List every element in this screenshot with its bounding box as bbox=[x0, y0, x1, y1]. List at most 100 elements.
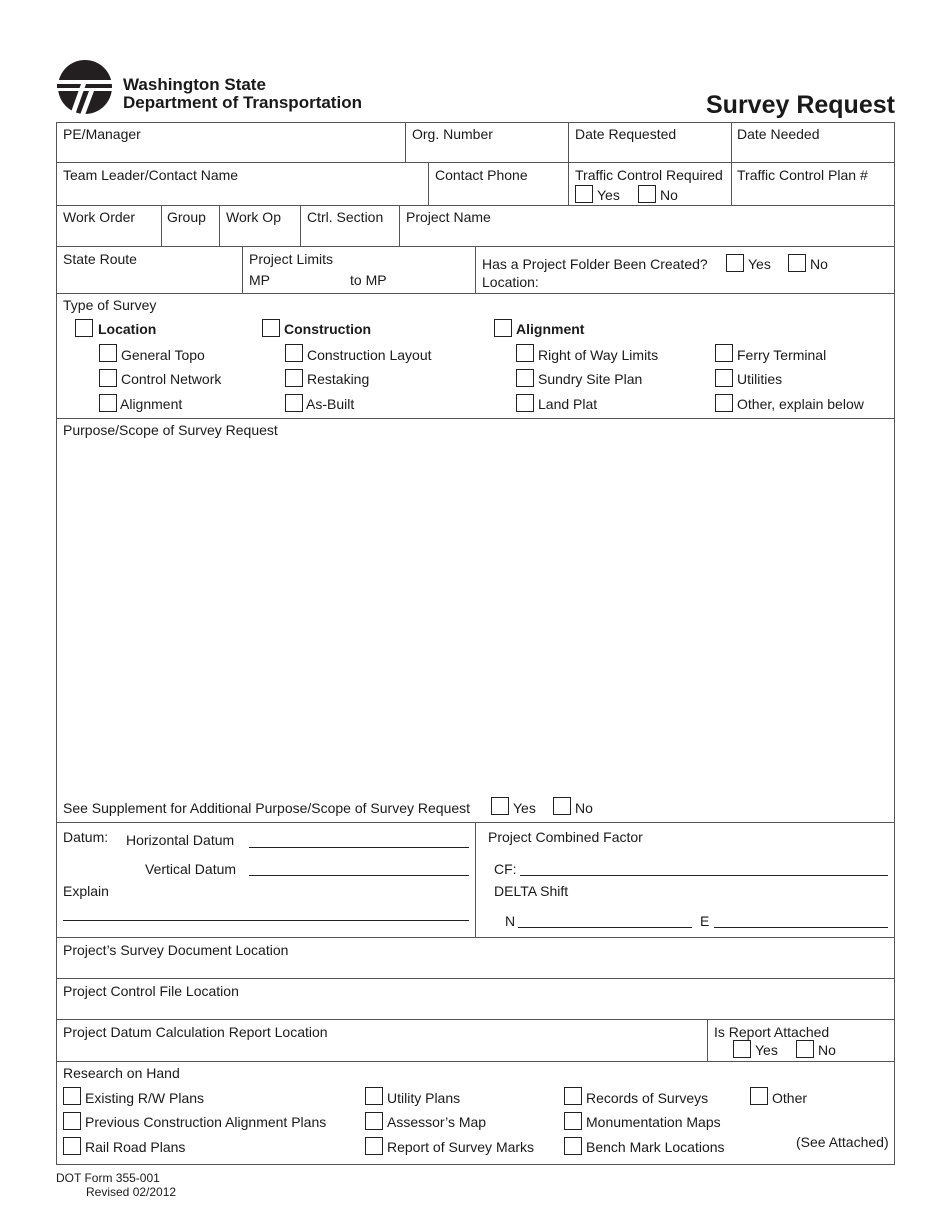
supplement-label: See Supplement for Additional Purpose/Sc… bbox=[63, 800, 471, 816]
explain-input[interactable] bbox=[63, 902, 469, 920]
survey-document-location-input[interactable] bbox=[60, 958, 891, 976]
control-network-checkbox[interactable] bbox=[99, 369, 117, 387]
right-of-way-limits-checkbox[interactable] bbox=[516, 344, 534, 362]
type-of-survey-heading: Type of Survey bbox=[63, 297, 157, 313]
other-research-checkbox[interactable] bbox=[750, 1087, 768, 1105]
pe-manager-input[interactable] bbox=[60, 143, 400, 161]
report-of-survey-marks-label: Report of Survey Marks bbox=[387, 1139, 535, 1155]
records-of-surveys-label: Records of Surveys bbox=[586, 1090, 709, 1106]
supplement-no-checkbox[interactable] bbox=[553, 797, 571, 815]
traffic-control-required-label: Traffic Control Required bbox=[575, 167, 723, 183]
delta-e-input[interactable] bbox=[714, 909, 888, 927]
assessors-map-checkbox[interactable] bbox=[365, 1112, 383, 1130]
project-name-input[interactable] bbox=[403, 226, 891, 244]
report-of-survey-marks-checkbox[interactable] bbox=[365, 1137, 383, 1155]
form-title: Survey Request bbox=[706, 91, 895, 119]
explain-label: Explain bbox=[63, 883, 109, 899]
traffic-control-yes-label: Yes bbox=[597, 187, 620, 203]
delta-n-input[interactable] bbox=[518, 909, 692, 927]
utilities-label: Utilities bbox=[737, 371, 783, 387]
construction-layout-checkbox[interactable] bbox=[285, 344, 303, 362]
team-leader-label: Team Leader/Contact Name bbox=[63, 167, 239, 183]
revised-date: Revised 02/2012 bbox=[86, 1185, 177, 1199]
report-attached-label: Is Report Attached bbox=[714, 1024, 830, 1040]
other-research-label: Other bbox=[772, 1090, 808, 1106]
construction-checkbox[interactable] bbox=[262, 319, 280, 337]
records-of-surveys-checkbox[interactable] bbox=[564, 1087, 582, 1105]
mp-from-input[interactable] bbox=[272, 270, 346, 290]
as-built-label: As-Built bbox=[306, 396, 355, 412]
control-network-label: Control Network bbox=[121, 371, 222, 387]
work-op-label: Work Op bbox=[226, 209, 281, 225]
cf-input[interactable] bbox=[520, 858, 888, 876]
traffic-control-yes-checkbox[interactable] bbox=[575, 185, 593, 203]
datum-calc-report-location-label: Project Datum Calculation Report Locatio… bbox=[63, 1024, 328, 1040]
rail-road-plans-checkbox[interactable] bbox=[63, 1137, 81, 1155]
work-op-input[interactable] bbox=[223, 226, 297, 244]
purpose-scope-textarea[interactable] bbox=[60, 442, 891, 787]
restaking-checkbox[interactable] bbox=[285, 369, 303, 387]
ferry-terminal-checkbox[interactable] bbox=[715, 344, 733, 362]
project-folder-no-checkbox[interactable] bbox=[788, 254, 806, 272]
general-topo-checkbox[interactable] bbox=[99, 344, 117, 362]
vertical-datum-input[interactable] bbox=[249, 857, 469, 875]
report-attached-no-checkbox[interactable] bbox=[796, 1040, 814, 1058]
group-input[interactable] bbox=[164, 226, 216, 244]
bench-mark-locations-checkbox[interactable] bbox=[564, 1137, 582, 1155]
project-combined-factor-label: Project Combined Factor bbox=[488, 829, 643, 845]
contact-phone-input[interactable] bbox=[432, 184, 564, 202]
date-needed-label: Date Needed bbox=[737, 126, 820, 142]
utilities-checkbox[interactable] bbox=[715, 369, 733, 387]
previous-construction-alignment-plans-checkbox[interactable] bbox=[63, 1112, 81, 1130]
traffic-control-plan-input[interactable] bbox=[735, 184, 890, 202]
n-label: N bbox=[505, 913, 516, 929]
mp-to-input[interactable] bbox=[390, 270, 472, 290]
ctrl-section-label: Ctrl. Section bbox=[307, 209, 384, 225]
work-order-input[interactable] bbox=[60, 226, 157, 244]
project-folder-location-label: Location: bbox=[482, 274, 539, 290]
sundry-site-plan-checkbox[interactable] bbox=[516, 369, 534, 387]
datum-label: Datum: bbox=[63, 829, 109, 845]
control-file-location-input[interactable] bbox=[60, 999, 891, 1017]
other-explain-checkbox[interactable] bbox=[715, 394, 733, 412]
utility-plans-checkbox[interactable] bbox=[365, 1087, 383, 1105]
supplement-yes-checkbox[interactable] bbox=[491, 797, 509, 815]
report-attached-yes-checkbox[interactable] bbox=[733, 1040, 751, 1058]
pe-manager-label: PE/Manager bbox=[63, 126, 141, 142]
existing-rw-plans-checkbox[interactable] bbox=[63, 1087, 81, 1105]
project-folder-no-label: No bbox=[810, 256, 828, 272]
vertical-datum-label: Vertical Datum bbox=[145, 861, 237, 877]
research-on-hand-heading: Research on Hand bbox=[63, 1065, 180, 1081]
assessors-map-label: Assessor’s Map bbox=[387, 1114, 487, 1130]
see-attached-note: (See Attached) bbox=[796, 1134, 889, 1150]
general-topo-label: General Topo bbox=[121, 347, 205, 363]
org-number-input[interactable] bbox=[409, 143, 564, 161]
location-checkbox[interactable] bbox=[75, 319, 93, 337]
datum-calc-report-location-input[interactable] bbox=[60, 1040, 703, 1058]
mp-label: MP bbox=[249, 272, 270, 288]
location-alignment-checkbox[interactable] bbox=[99, 394, 117, 412]
team-leader-input[interactable] bbox=[60, 184, 423, 202]
state-route-input[interactable] bbox=[60, 270, 238, 290]
e-label: E bbox=[700, 913, 710, 929]
project-folder-yes-checkbox[interactable] bbox=[726, 254, 744, 272]
report-attached-no-label: No bbox=[818, 1042, 836, 1058]
group-label: Group bbox=[167, 209, 206, 225]
date-needed-input[interactable] bbox=[735, 143, 890, 161]
right-of-way-limits-label: Right of Way Limits bbox=[538, 347, 659, 363]
project-folder-location-input[interactable] bbox=[542, 273, 891, 291]
ctrl-section-input[interactable] bbox=[304, 226, 396, 244]
as-built-checkbox[interactable] bbox=[285, 394, 303, 412]
sundry-site-plan-label: Sundry Site Plan bbox=[538, 371, 643, 387]
horizontal-datum-label: Horizontal Datum bbox=[126, 832, 235, 848]
date-requested-input[interactable] bbox=[572, 143, 727, 161]
monumentation-maps-checkbox[interactable] bbox=[564, 1112, 582, 1130]
alignment-checkbox[interactable] bbox=[494, 319, 512, 337]
state-route-label: State Route bbox=[63, 251, 137, 267]
traffic-control-no-checkbox[interactable] bbox=[638, 185, 656, 203]
bench-mark-locations-label: Bench Mark Locations bbox=[586, 1139, 725, 1155]
land-plat-checkbox[interactable] bbox=[516, 394, 534, 412]
horizontal-datum-input[interactable] bbox=[249, 829, 469, 847]
to-mp-label: to MP bbox=[350, 272, 387, 288]
existing-rw-plans-label: Existing R/W Plans bbox=[85, 1090, 205, 1106]
